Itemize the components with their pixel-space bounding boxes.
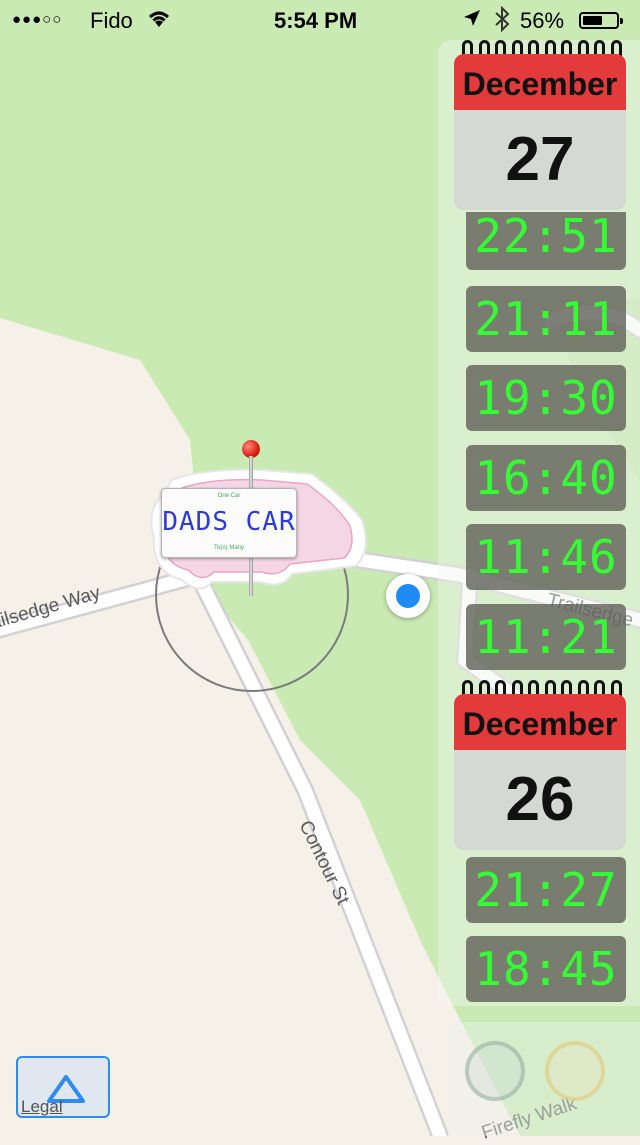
calendar-day: 26 — [454, 750, 626, 850]
wifi-icon — [146, 8, 172, 34]
calendar-day: 27 — [454, 110, 626, 210]
license-plate[interactable]: One Car DADS CAR To(o) Many — [161, 488, 297, 558]
battery-percent: 56% — [520, 8, 565, 33]
time-entry[interactable]: 11:46 — [466, 524, 626, 590]
carrier-label: Fido — [90, 8, 133, 33]
parked-car-marker[interactable]: One Car DADS CAR To(o) Many — [142, 440, 370, 600]
battery-icon — [579, 12, 623, 29]
clock: 5:54 PM — [274, 8, 358, 33]
time-entry[interactable]: 21:11 — [466, 286, 626, 352]
history-button[interactable] — [545, 1041, 605, 1101]
time-entry[interactable]: 22:51 — [466, 212, 626, 270]
user-location-icon — [386, 574, 430, 618]
calendar-day-card[interactable]: December 27 — [454, 40, 626, 210]
calendar-month: December — [454, 54, 626, 110]
status-bar: ●●●○○ Fido 5:54 PM 56% — [0, 0, 640, 40]
time-entry[interactable]: 21:27 — [466, 857, 626, 923]
calendar-month: December — [454, 694, 626, 750]
location-arrow-icon — [462, 8, 482, 34]
record-button[interactable] — [465, 1041, 525, 1101]
time-entry[interactable]: 11:21 — [466, 604, 626, 670]
time-entry[interactable]: 19:30 — [466, 365, 626, 431]
plate-text: DADS CAR — [162, 507, 296, 537]
calendar-day-card[interactable]: December 26 — [454, 680, 626, 850]
time-entry[interactable]: 16:40 — [466, 445, 626, 511]
timeline-panel[interactable]: December 27 22:51 21:11 19:30 16:40 11:4… — [438, 40, 640, 1006]
plate-bottom-text: To(o) Many — [213, 545, 244, 551]
signal-strength: ●●●○○ — [12, 11, 63, 28]
legal-link[interactable]: Legal — [21, 1097, 63, 1117]
time-entry[interactable]: 18:45 — [466, 936, 626, 1002]
plate-top-text: One Car — [217, 493, 241, 499]
bluetooth-icon — [494, 5, 510, 38]
